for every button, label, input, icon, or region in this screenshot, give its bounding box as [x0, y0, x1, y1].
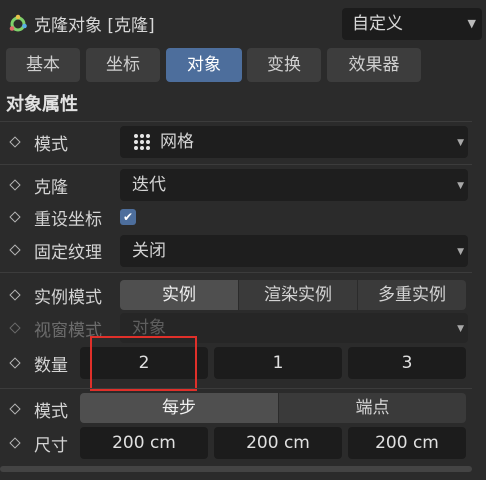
viewport-mode-value: 对象 [132, 318, 166, 338]
chevron-down-icon: ▼ [457, 138, 464, 148]
keyframe-diamond-icon[interactable] [9, 244, 21, 256]
reset-coords-label: 重设坐标 [34, 210, 102, 230]
size-x-field[interactable]: 200 cm [80, 427, 208, 459]
size-y-field[interactable]: 200 cm [214, 427, 342, 459]
mode-dropdown[interactable]: 网格 ▼ [120, 126, 468, 158]
keyframe-diamond-icon[interactable] [9, 179, 21, 191]
keyframe-diamond-icon[interactable] [9, 136, 21, 148]
section-title: 对象属性 [6, 94, 78, 115]
row-divider [0, 164, 472, 165]
row-divider [0, 121, 472, 122]
cloner-gear-icon [9, 14, 27, 32]
tab-basic[interactable]: 基本 [6, 48, 80, 82]
tab-object[interactable]: 对象 [166, 48, 242, 82]
clone-label: 克隆 [34, 178, 68, 198]
chevron-down-icon: ▼ [457, 181, 464, 191]
keyframe-diamond-icon [9, 322, 21, 334]
chevron-down-icon: ▼ [467, 17, 476, 30]
size-z-field[interactable]: 200 cm [348, 427, 466, 459]
tab-effectors[interactable]: 效果器 [327, 48, 421, 82]
tab-transform[interactable]: 变换 [247, 48, 321, 82]
keyframe-diamond-icon[interactable] [9, 437, 21, 449]
keyframe-diamond-icon[interactable] [9, 211, 21, 223]
mode-value: 网格 [160, 132, 194, 152]
clone-dropdown[interactable]: 迭代 ▼ [120, 169, 468, 201]
preset-dropdown[interactable]: 自定义 ▼ [342, 8, 482, 40]
fix-texture-dropdown[interactable]: 关闭 ▼ [120, 235, 468, 267]
horizontal-scrollbar[interactable] [0, 466, 472, 472]
highlight-box [90, 336, 197, 391]
fix-texture-value: 关闭 [132, 241, 166, 261]
size-label: 尺寸 [34, 436, 68, 456]
preset-value: 自定义 [352, 14, 403, 34]
fix-texture-label: 固定纹理 [34, 243, 102, 263]
size-option-endpoints[interactable]: 端点 [279, 393, 466, 423]
count-label: 数量 [34, 356, 68, 376]
size-option-per-step[interactable]: 每步 [80, 393, 278, 423]
instance-mode-label: 实例模式 [34, 288, 102, 308]
keyframe-diamond-icon[interactable] [9, 289, 21, 301]
mode-label: 模式 [34, 135, 68, 155]
row-divider [0, 388, 472, 389]
tab-coordinates[interactable]: 坐标 [86, 48, 160, 82]
instance-option-multi-instance[interactable]: 多重实例 [358, 280, 466, 310]
chevron-down-icon: ▼ [457, 324, 464, 334]
keyframe-diamond-icon[interactable] [9, 403, 21, 415]
reset-coords-checkbox[interactable]: ✔ [120, 209, 136, 225]
size-mode-label: 模式 [34, 402, 68, 422]
keyframe-diamond-icon[interactable] [9, 357, 21, 369]
clone-value: 迭代 [132, 175, 166, 195]
chevron-down-icon: ▼ [457, 247, 464, 257]
count-z-field[interactable]: 3 [348, 347, 466, 379]
instance-option-render-instance[interactable]: 渲染实例 [239, 280, 357, 310]
instance-option-instance[interactable]: 实例 [120, 280, 238, 310]
grid-dots-icon [134, 134, 150, 150]
count-y-field[interactable]: 1 [214, 347, 342, 379]
object-title: 克隆对象 [克隆] [34, 16, 155, 36]
row-divider [0, 272, 472, 273]
